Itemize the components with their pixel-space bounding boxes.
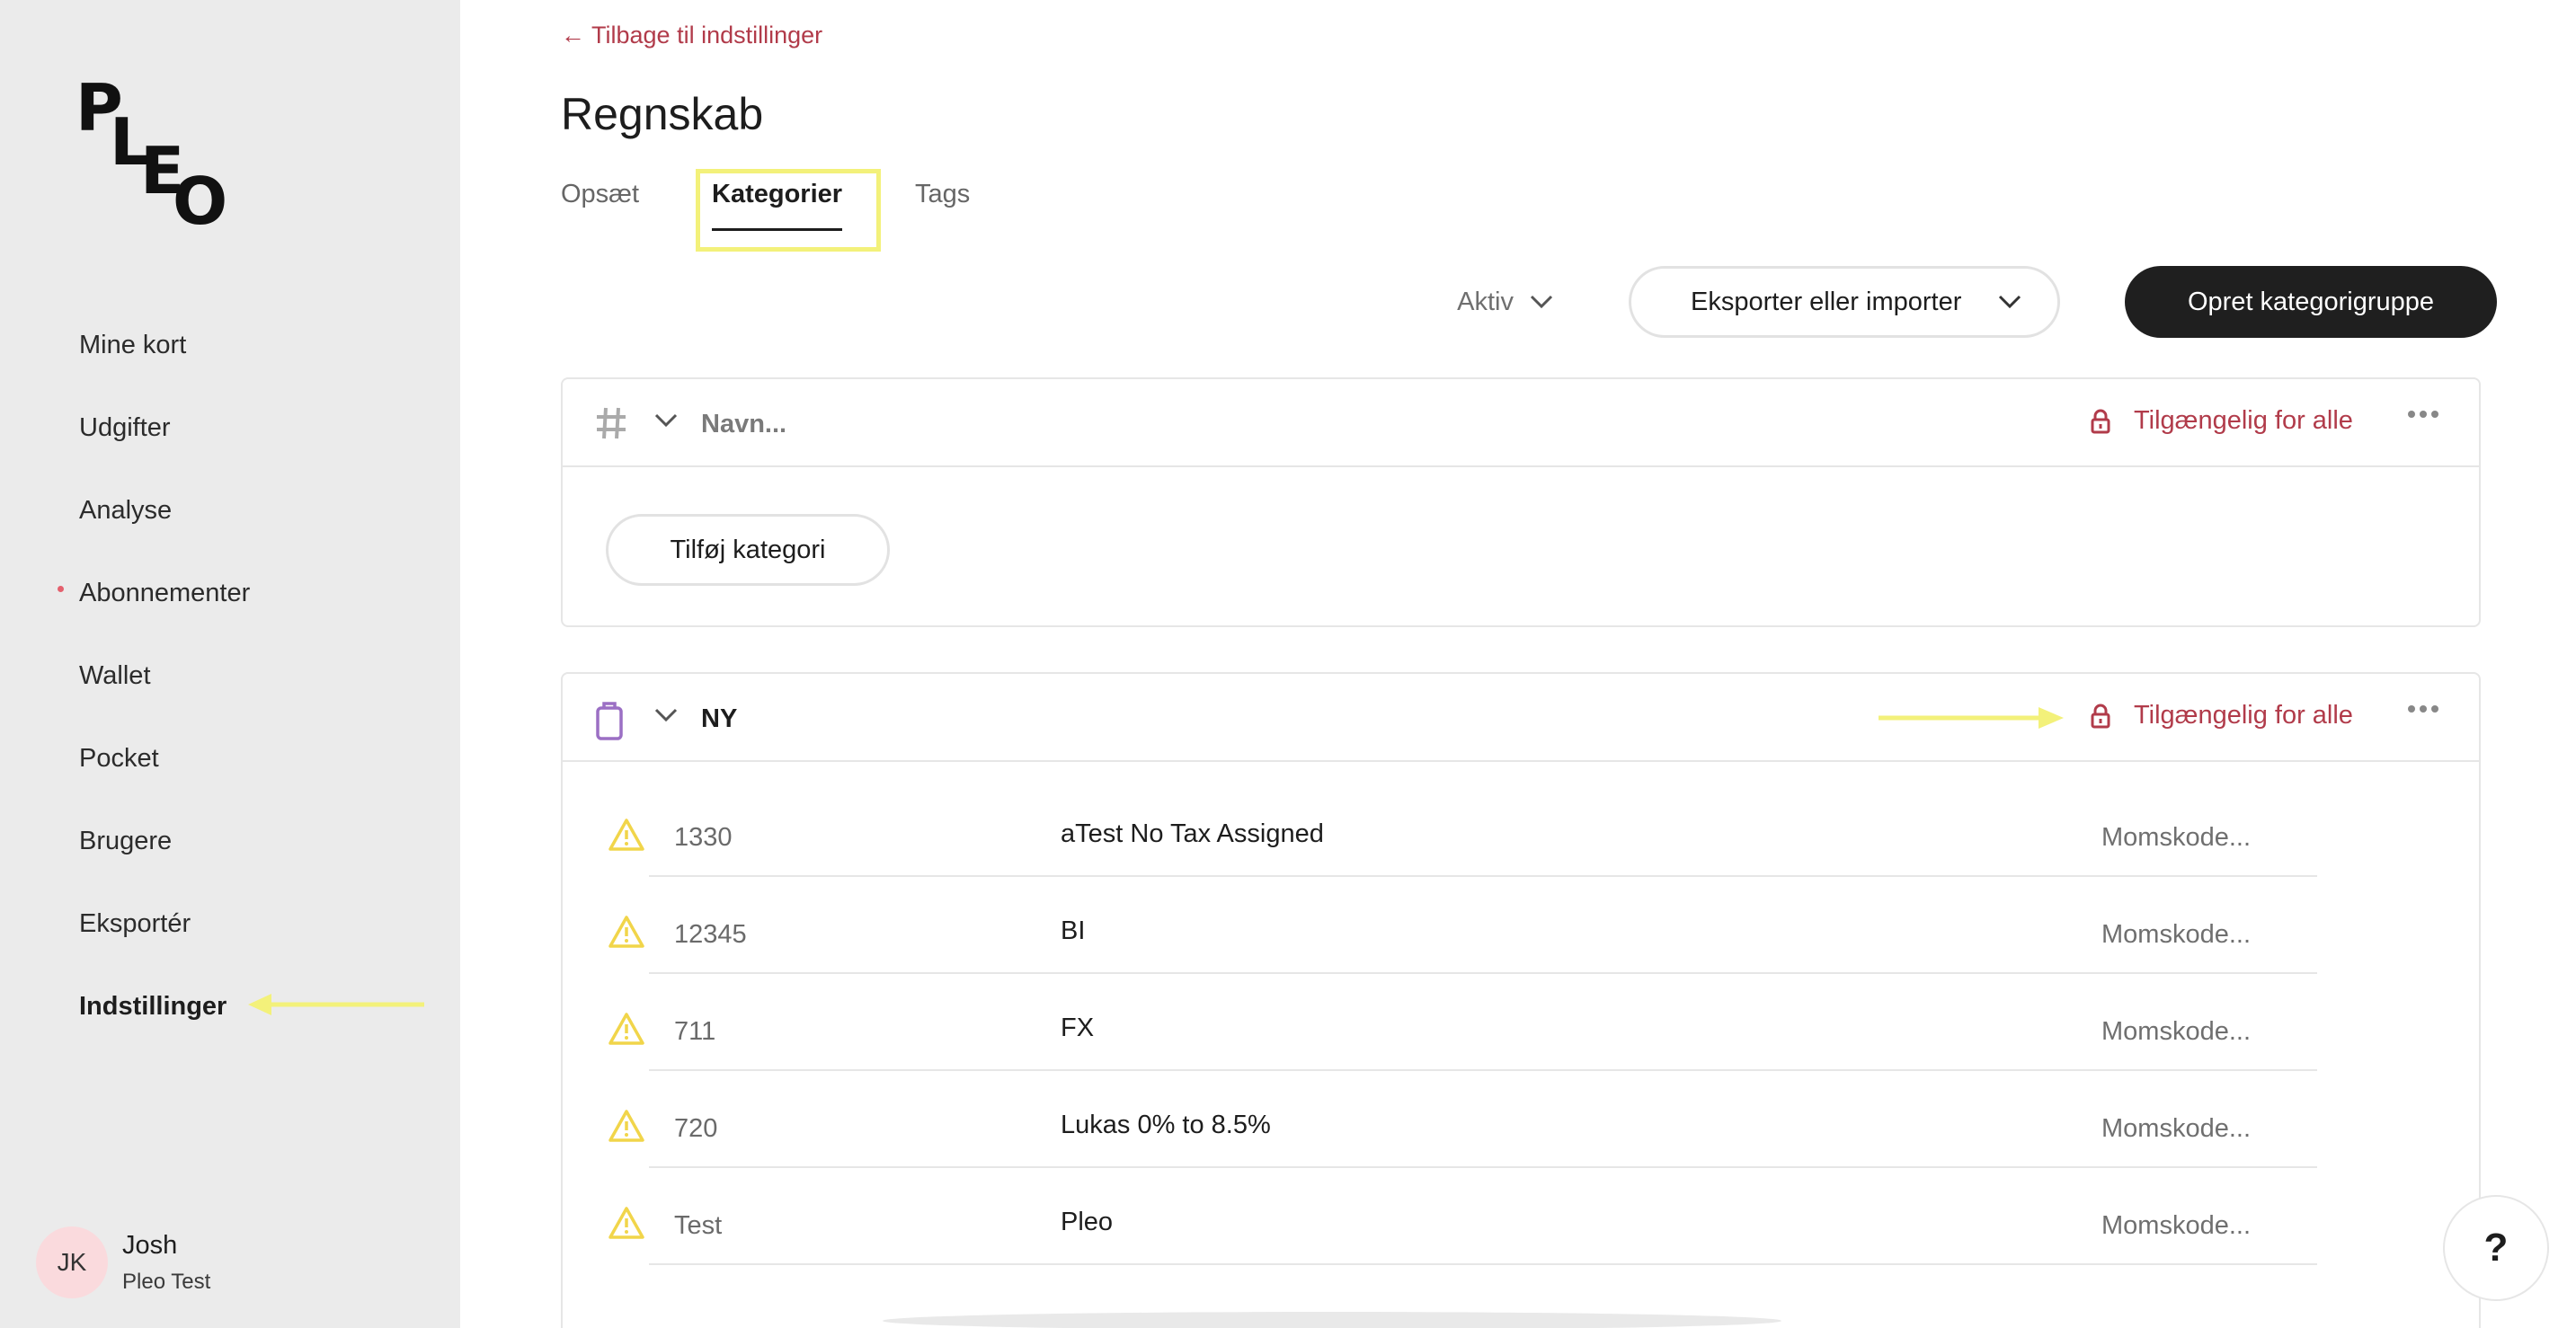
access-button[interactable]: Tilgængelig for alle <box>2091 701 2353 730</box>
category-row[interactable]: 711 FX Momskode... <box>563 958 2479 1071</box>
category-name[interactable]: FX <box>1061 1014 1094 1043</box>
status-filter-dropdown[interactable]: Aktiv <box>1457 288 1553 317</box>
access-button[interactable]: Tilgængelig for alle <box>2091 406 2353 436</box>
category-code[interactable]: Test <box>674 1211 722 1241</box>
chevron-down-icon <box>1530 295 1553 309</box>
lock-icon <box>2091 409 2110 433</box>
warning-icon <box>608 819 644 851</box>
notification-dot <box>58 586 64 592</box>
category-name[interactable]: BI <box>1061 916 1085 946</box>
sidebar-item-indstillinger[interactable]: Indstillinger <box>0 965 460 1048</box>
sidebar-nav: Mine kort Udgifter Analyse Abonnementer … <box>0 304 460 1048</box>
category-row[interactable]: 12345 BI Momskode... <box>563 861 2479 974</box>
sidebar-item-label: Mine kort <box>79 330 187 359</box>
sidebar-item-label: Eksportér <box>79 908 191 938</box>
export-import-button[interactable]: Eksporter eller importer <box>1629 266 2060 338</box>
warning-icon <box>608 1207 644 1239</box>
access-label: Tilgængelig for alle <box>2134 701 2353 730</box>
group-name-input[interactable]: Navn... <box>701 410 786 439</box>
toast-shadow <box>883 1312 1781 1328</box>
warning-icon <box>608 1110 644 1142</box>
user-profile[interactable]: JK Josh Pleo Test <box>36 1226 210 1298</box>
chevron-down-icon[interactable] <box>654 708 678 722</box>
tax-code-select[interactable]: Momskode... <box>2101 1017 2251 1047</box>
logo-letter-o: O <box>173 164 228 239</box>
group-header: Navn... Tilgængelig for alle <box>563 379 2479 467</box>
back-link[interactable]: ← Tilbage til indstillinger <box>561 22 822 49</box>
more-options-icon[interactable] <box>2407 410 2439 419</box>
annotation-arrow-left-icon <box>248 994 424 1015</box>
status-filter-label: Aktiv <box>1457 287 1514 316</box>
tab-kategorier[interactable]: Kategorier <box>712 180 843 231</box>
category-code[interactable]: 711 <box>674 1017 715 1047</box>
sidebar-item-label: Udgifter <box>79 412 171 442</box>
sidebar-item-abonnementer[interactable]: Abonnementer <box>0 552 460 634</box>
category-row[interactable]: 720 Lukas 0% to 8.5% Momskode... <box>563 1055 2479 1168</box>
category-group-new: Navn... Tilgængelig for alle Tilføj kate… <box>561 377 2481 627</box>
category-name[interactable]: aTest No Tax Assigned <box>1061 819 1324 849</box>
page-title: Regnskab <box>561 89 764 139</box>
help-button[interactable]: ? <box>2443 1195 2549 1301</box>
sidebar-item-analyse[interactable]: Analyse <box>0 469 460 552</box>
sidebar-item-label: Pocket <box>79 743 159 773</box>
sidebar: P L E O Mine kort Udgifter Analyse Abonn… <box>0 0 460 1328</box>
sidebar-item-brugere[interactable]: Brugere <box>0 800 460 882</box>
warning-icon <box>608 916 644 948</box>
add-category-button[interactable]: Tilføj kategori <box>606 514 890 586</box>
tab-label: Kategorier <box>712 180 843 208</box>
main-content: ← Tilbage til indstillinger Regnskab Ops… <box>460 0 2576 1328</box>
warning-icon <box>608 1013 644 1045</box>
sidebar-item-eksporter[interactable]: Eksportér <box>0 882 460 965</box>
pleo-logo[interactable]: P L E O <box>76 75 228 234</box>
sidebar-item-label: Brugere <box>79 826 173 855</box>
tax-code-select[interactable]: Momskode... <box>2101 920 2251 950</box>
tab-tags[interactable]: Tags <box>915 180 970 209</box>
category-list: 1330 aTest No Tax Assigned Momskode... 1… <box>563 764 2479 1265</box>
category-row[interactable]: 1330 aTest No Tax Assigned Momskode... <box>563 764 2479 877</box>
sidebar-item-pocket[interactable]: Pocket <box>0 717 460 800</box>
category-row[interactable]: Test Pleo Momskode... <box>563 1152 2479 1265</box>
create-category-group-button[interactable]: Opret kategorigruppe <box>2125 266 2497 338</box>
category-name[interactable]: Lukas 0% to 8.5% <box>1061 1111 1271 1140</box>
category-name[interactable]: Pleo <box>1061 1208 1113 1237</box>
chevron-down-icon <box>1998 295 2021 309</box>
tax-code-select[interactable]: Momskode... <box>2101 1114 2251 1144</box>
sidebar-item-label: Indstillinger <box>79 991 227 1021</box>
tax-code-select[interactable]: Momskode... <box>2101 1211 2251 1241</box>
category-code[interactable]: 720 <box>674 1114 717 1144</box>
sidebar-item-label: Wallet <box>79 660 151 690</box>
more-options-icon[interactable] <box>2407 704 2439 713</box>
sidebar-item-label: Analyse <box>79 495 173 525</box>
sidebar-item-wallet[interactable]: Wallet <box>0 634 460 717</box>
hash-icon[interactable] <box>595 406 627 440</box>
tab-active-underline <box>712 228 843 231</box>
user-name: Josh <box>122 1230 178 1260</box>
chevron-down-icon[interactable] <box>654 413 678 428</box>
group-header: NY Tilgængelig for alle <box>563 674 2479 762</box>
row-divider <box>649 1263 2317 1265</box>
tab-opsaet[interactable]: Opsæt <box>561 180 639 209</box>
suitcase-icon[interactable] <box>595 701 624 740</box>
access-label: Tilgængelig for alle <box>2134 406 2353 435</box>
lock-icon <box>2091 704 2110 728</box>
avatar: JK <box>36 1226 108 1298</box>
annotation-arrow-right-icon <box>1879 707 2064 729</box>
sidebar-item-udgifter[interactable]: Udgifter <box>0 386 460 469</box>
export-import-label: Eksporter eller importer <box>1691 287 1962 316</box>
category-group-ny: NY Tilgængelig for alle 1330 aTest No Ta… <box>561 672 2481 1328</box>
category-code[interactable]: 12345 <box>674 920 747 950</box>
sidebar-item-label: Abonnementer <box>79 578 251 607</box>
group-name[interactable]: NY <box>701 704 737 734</box>
tax-code-select[interactable]: Momskode... <box>2101 823 2251 853</box>
user-company: Pleo Test <box>122 1269 211 1294</box>
category-code[interactable]: 1330 <box>674 823 733 853</box>
sidebar-item-mine-kort[interactable]: Mine kort <box>0 304 460 386</box>
toolbar: Aktiv Eksporter eller importer Opret kat… <box>1457 266 2497 338</box>
